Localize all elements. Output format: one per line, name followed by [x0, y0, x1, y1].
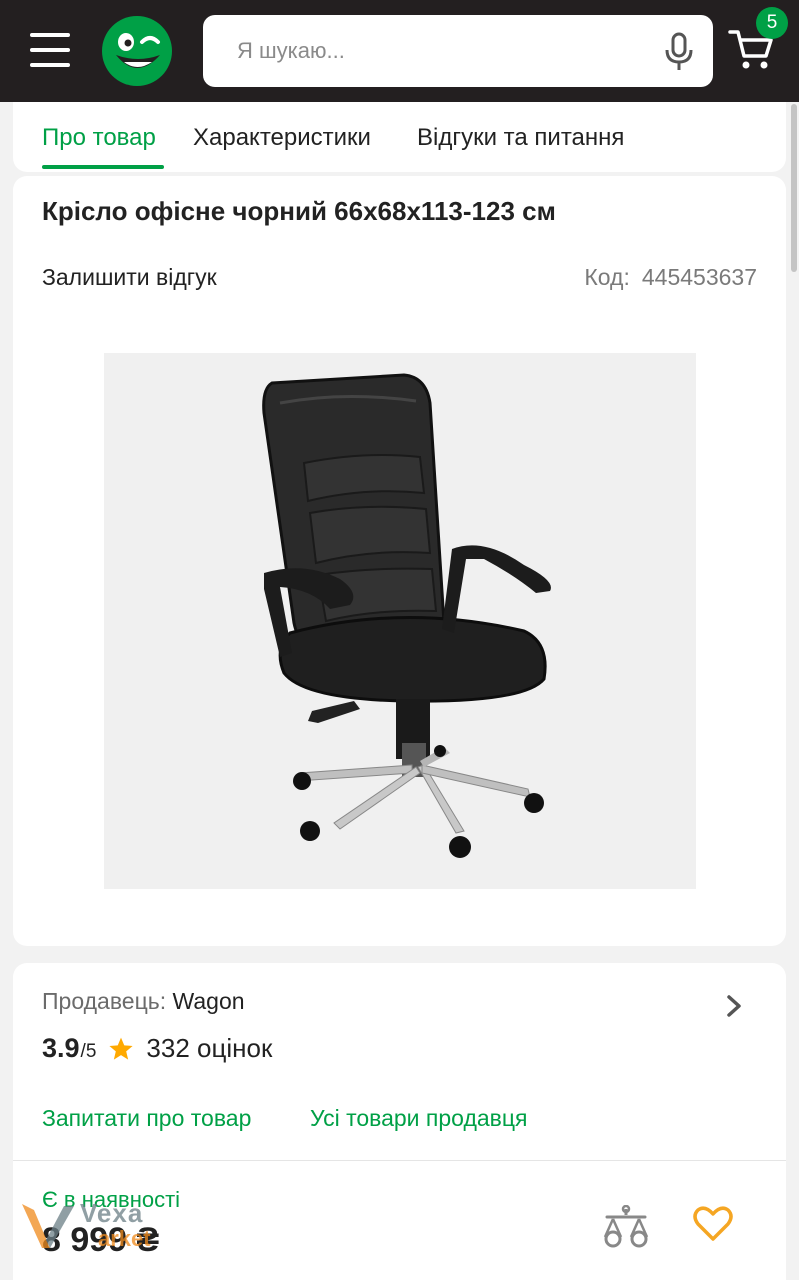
leave-review-link[interactable]: Залишити відгук	[42, 264, 217, 291]
menu-icon[interactable]	[30, 33, 70, 69]
watermark-text-1: Vexa	[80, 1198, 144, 1228]
heart-icon[interactable]	[693, 1206, 733, 1242]
ask-about-product-link[interactable]: Запитати про товар	[42, 1105, 251, 1132]
star-icon	[109, 1037, 133, 1060]
compare-scales-icon[interactable]	[601, 1205, 651, 1249]
chevron-right-icon[interactable]	[723, 993, 745, 1019]
logo-smile-icon[interactable]	[100, 15, 174, 87]
seller-name[interactable]: Wagon	[173, 988, 245, 1014]
product-code: Код: 445453637	[584, 264, 757, 291]
rating-max: /5	[80, 1040, 97, 1062]
reviews-count: 332 оцінок	[146, 1033, 273, 1063]
search-box[interactable]	[203, 15, 713, 87]
scrollbar[interactable]	[791, 104, 797, 272]
tab-reviews[interactable]: Відгуки та питання	[417, 124, 624, 152]
tab-about[interactable]: Про товар	[42, 124, 156, 152]
top-bar: 5	[0, 0, 799, 102]
seller-rating: 3.9 /5 332 оцінок	[42, 1033, 272, 1064]
cart-count-badge: 5	[756, 7, 788, 39]
rating-score: 3.9	[42, 1033, 80, 1063]
office-chair-image	[262, 373, 551, 858]
product-card: Крісло офісне чорний 66x68x113-123 см За…	[13, 176, 786, 946]
watermark-logo: Vexa arket	[20, 1196, 200, 1256]
watermark-v-icon	[22, 1204, 74, 1248]
search-input[interactable]	[237, 33, 637, 69]
divider	[13, 1160, 786, 1161]
all-seller-products-link[interactable]: Усі товари продавця	[310, 1105, 528, 1132]
seller-info: Продавець: Wagon	[42, 988, 245, 1015]
product-title: Крісло офісне чорний 66x68x113-123 см	[42, 196, 556, 226]
watermark-text-2: arket	[98, 1226, 151, 1251]
product-code-label: Код:	[584, 264, 630, 290]
microphone-icon[interactable]	[661, 32, 697, 72]
product-tabs: Про товар Характеристики Відгуки та пита…	[13, 102, 786, 172]
product-image[interactable]	[104, 353, 696, 889]
tab-characteristics[interactable]: Характеристики	[193, 124, 371, 152]
seller-label: Продавець:	[42, 988, 167, 1014]
product-code-value: 445453637	[641, 264, 757, 290]
active-tab-indicator	[42, 165, 164, 169]
